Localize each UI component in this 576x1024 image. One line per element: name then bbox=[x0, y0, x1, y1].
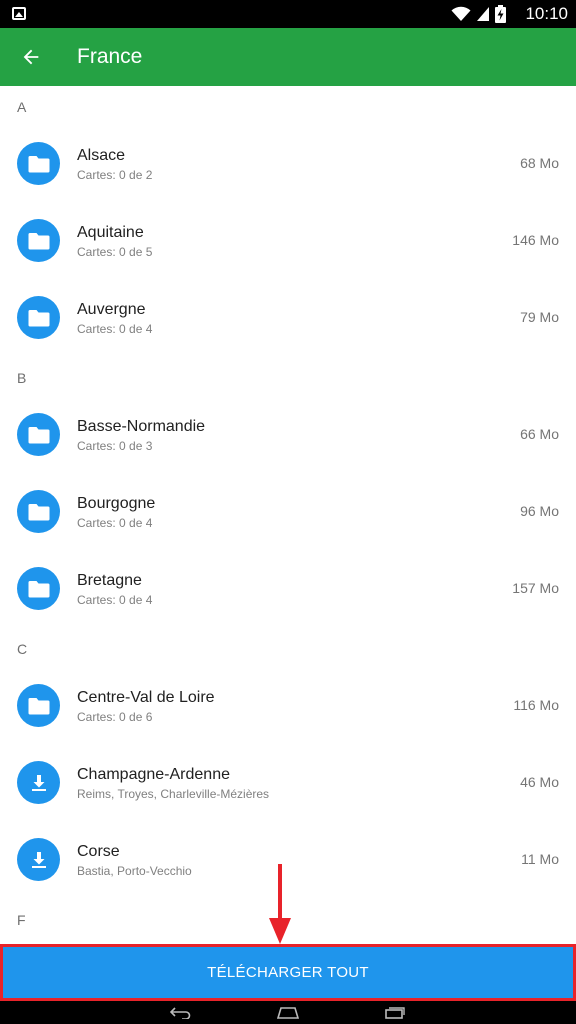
item-size: 68 Mo bbox=[520, 155, 559, 171]
status-icons bbox=[451, 4, 506, 24]
download-icon[interactable] bbox=[17, 761, 60, 804]
item-name: Centre-Val de Loire bbox=[77, 689, 215, 706]
item-subtitle: Cartes: 0 de 5 bbox=[77, 245, 153, 259]
item-size: 66 Mo bbox=[520, 426, 559, 442]
item-subtitle: Reims, Troyes, Charleville-Mézières bbox=[77, 787, 270, 801]
item-subtitle: Cartes: 0 de 3 bbox=[77, 439, 153, 453]
wifi-icon bbox=[451, 6, 471, 21]
back-nav-icon bbox=[170, 1006, 191, 1019]
battery-charging-icon bbox=[495, 5, 506, 23]
item-name: Alsace bbox=[77, 147, 126, 164]
item-name: Auvergne bbox=[77, 301, 146, 318]
nav-home-button[interactable] bbox=[276, 1005, 300, 1020]
section-header-a: A bbox=[17, 99, 27, 115]
item-subtitle: Cartes: 0 de 6 bbox=[77, 710, 153, 724]
page-title: France bbox=[77, 45, 143, 68]
signal-icon bbox=[477, 7, 489, 21]
navigation-bar bbox=[0, 1001, 576, 1024]
item-name: Champagne-Ardenne bbox=[77, 766, 230, 783]
arrow-left-icon bbox=[23, 49, 39, 65]
region-list: A Alsace Cartes: 0 de 2 68 Mo Aquitaine … bbox=[0, 86, 576, 944]
item-size: 96 Mo bbox=[520, 503, 559, 519]
list-item-champagne-ardenne[interactable]: Champagne-Ardenne Reims, Troyes, Charlev… bbox=[0, 745, 576, 822]
item-size: 11 Mo bbox=[521, 851, 559, 867]
app-bar: France bbox=[0, 28, 576, 86]
item-name: Aquitaine bbox=[77, 224, 144, 241]
item-name: Basse-Normandie bbox=[77, 418, 206, 435]
item-subtitle: Cartes: 0 de 4 bbox=[77, 516, 153, 530]
item-size: 46 Mo bbox=[520, 774, 559, 790]
item-subtitle: Cartes: 0 de 4 bbox=[77, 322, 153, 336]
image-notification-icon bbox=[12, 7, 26, 20]
nav-back-button[interactable] bbox=[169, 1005, 193, 1020]
item-subtitle: Bastia, Porto-Vecchio bbox=[77, 864, 192, 878]
back-button[interactable] bbox=[18, 44, 44, 70]
folder-icon bbox=[17, 296, 60, 339]
list-item-aquitaine[interactable]: Aquitaine Cartes: 0 de 5 146 Mo bbox=[0, 203, 576, 280]
section-header-b: B bbox=[17, 370, 27, 386]
item-name: Corse bbox=[77, 843, 120, 860]
folder-icon bbox=[17, 684, 60, 727]
folder-icon bbox=[17, 142, 60, 185]
download-all-highlight: TÉLÉCHARGER TOUT bbox=[0, 944, 576, 1001]
item-size: 146 Mo bbox=[512, 232, 559, 248]
list-item-basse-normandie[interactable]: Basse-Normandie Cartes: 0 de 3 66 Mo bbox=[0, 397, 576, 474]
item-size: 116 Mo bbox=[513, 697, 559, 713]
clock: 10:10 bbox=[525, 4, 568, 23]
download-icon[interactable] bbox=[17, 838, 60, 881]
item-name: Bretagne bbox=[77, 572, 142, 589]
item-size: 79 Mo bbox=[520, 309, 559, 325]
annotation-arrow-icon bbox=[269, 864, 291, 944]
list-item-alsace[interactable]: Alsace Cartes: 0 de 2 68 Mo bbox=[0, 126, 576, 203]
nav-recents-button[interactable] bbox=[383, 1005, 407, 1020]
section-header-c: C bbox=[17, 641, 28, 657]
list-item-auvergne[interactable]: Auvergne Cartes: 0 de 4 79 Mo bbox=[0, 280, 576, 357]
download-all-button[interactable]: TÉLÉCHARGER TOUT bbox=[3, 947, 573, 998]
list-item-centre-val-de-loire[interactable]: Centre-Val de Loire Cartes: 0 de 6 116 M… bbox=[0, 668, 576, 745]
folder-icon bbox=[17, 567, 60, 610]
folder-icon bbox=[17, 219, 60, 262]
list-item-bourgogne[interactable]: Bourgogne Cartes: 0 de 4 96 Mo bbox=[0, 474, 576, 551]
folder-icon bbox=[17, 490, 60, 533]
list-item-bretagne[interactable]: Bretagne Cartes: 0 de 4 157 Mo bbox=[0, 551, 576, 628]
item-name: Bourgogne bbox=[77, 495, 156, 512]
home-nav-icon bbox=[277, 1006, 299, 1019]
item-subtitle: Cartes: 0 de 2 bbox=[77, 168, 153, 182]
item-size: 157 Mo bbox=[512, 580, 559, 596]
status-bar: 10:10 bbox=[0, 0, 576, 28]
folder-icon bbox=[17, 413, 60, 456]
recents-nav-icon bbox=[385, 1006, 405, 1019]
item-subtitle: Cartes: 0 de 4 bbox=[77, 593, 153, 607]
